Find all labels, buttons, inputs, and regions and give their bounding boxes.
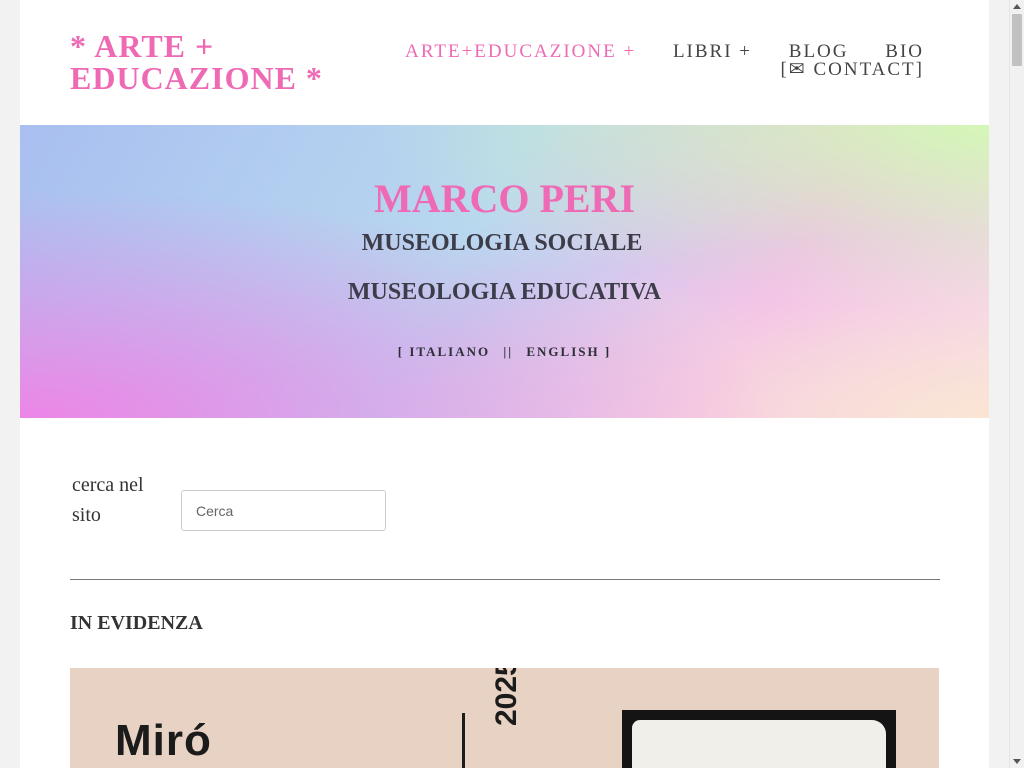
hero-name: MARCO PERI [373,176,636,221]
featured-image[interactable]: Miró 2025 [70,668,939,768]
lang-link-italiano[interactable]: ITALIANO [409,344,490,360]
featured-image-title: Miró [115,716,212,765]
scroll-down-arrow-icon[interactable] [1013,759,1021,764]
section-title-in-evidenza: IN EVIDENZA [70,612,203,634]
language-switcher: [ ITALIANO || ENGLISH ] [20,344,989,360]
page-container: * ARTE + EDUCAZIONE * ARTE+EDUCAZIONE + … [20,0,989,768]
featured-image-year: 2025 [490,668,523,726]
search-input[interactable] [181,490,386,531]
nav-item-arte-educazione[interactable]: ARTE+EDUCAZIONE + [405,42,636,61]
nav-row-2: [✉ CONTACT] [364,60,924,79]
lang-bracket-open: [ [397,344,405,359]
scroll-thumb[interactable] [1012,14,1022,66]
hero-subtitle-social: MUSEOLOGIA SOCIALE [361,230,643,256]
featured-artwork [632,720,886,768]
featured-image-rule [462,713,465,768]
lang-separator: || [503,344,514,359]
main-nav: ARTE+EDUCAZIONE + LIBRI + BLOG BIO [✉ CO… [364,42,924,79]
scroll-up-arrow-icon[interactable] [1013,4,1021,9]
nav-item-libri[interactable]: LIBRI + [673,42,752,61]
divider [70,579,940,580]
lang-bracket-close: ] [604,344,612,359]
nav-item-contact[interactable]: [✉ CONTACT] [780,60,924,79]
search-label: cerca nel sito [72,474,144,526]
hero-banner: MARCO PERI MUSEOLOGIA SOCIALE MUSEOLOGIA… [20,125,989,418]
scrollbar[interactable] [1009,0,1024,768]
site-title[interactable]: * ARTE + EDUCAZIONE * [70,30,360,94]
hero-subtitle-educational: MUSEOLOGIA EDUCATIVA [347,279,662,305]
lang-link-english[interactable]: ENGLISH [526,344,599,360]
